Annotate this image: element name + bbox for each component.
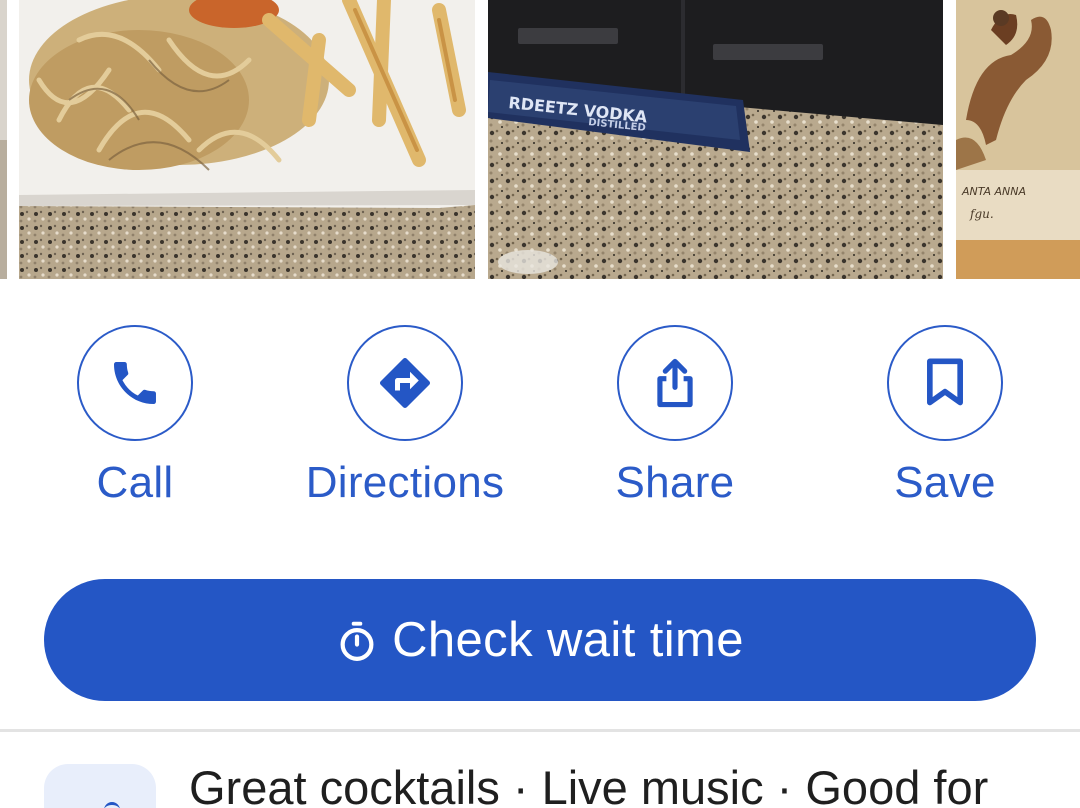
- call-label: Call: [96, 458, 174, 507]
- share-icon: [657, 358, 693, 408]
- directions-icon: [379, 357, 431, 409]
- photo-bar-mat[interactable]: RDEETZ VODKA DISTILLED: [488, 0, 943, 279]
- photo-fries[interactable]: [19, 0, 475, 279]
- bookmark-icon: [927, 358, 963, 406]
- share-label: Share: [615, 458, 735, 507]
- highlights-text: Great cocktails · Live music · Good for: [189, 761, 989, 808]
- highlights-icon: [44, 764, 156, 808]
- save-button-circle[interactable]: [887, 325, 1003, 441]
- sparkle-icon: [104, 802, 120, 808]
- phone-icon: [114, 362, 156, 404]
- photo-carousel[interactable]: RDEETZ VODKA DISTILLED ANTA ANNA fgu.: [0, 0, 1080, 279]
- directions-button-circle[interactable]: [347, 325, 463, 441]
- save-label: Save: [894, 458, 996, 507]
- share-button-circle[interactable]: [617, 325, 733, 441]
- svg-text:fgu.: fgu.: [969, 207, 994, 221]
- directions-button[interactable]: Directions: [285, 322, 525, 512]
- photo-partial-left[interactable]: [0, 0, 7, 279]
- share-button[interactable]: Share: [555, 322, 795, 512]
- check-wait-time-button[interactable]: Check wait time: [44, 579, 1036, 701]
- call-button-circle[interactable]: [77, 325, 193, 441]
- directions-label: Directions: [305, 458, 505, 507]
- place-details-screen: RDEETZ VODKA DISTILLED ANTA ANNA fgu. Ca…: [0, 0, 1080, 808]
- timer-icon: [336, 620, 378, 662]
- save-button[interactable]: Save: [825, 322, 1065, 512]
- photo-painting[interactable]: ANTA ANNA fgu.: [956, 0, 1080, 279]
- section-divider: [0, 729, 1080, 732]
- svg-text:ANTA ANNA: ANTA ANNA: [961, 185, 1026, 198]
- check-wait-time-label: Check wait time: [392, 613, 744, 667]
- call-button[interactable]: Call: [15, 322, 255, 512]
- quick-actions: Call Directions Share Save: [0, 322, 1080, 522]
